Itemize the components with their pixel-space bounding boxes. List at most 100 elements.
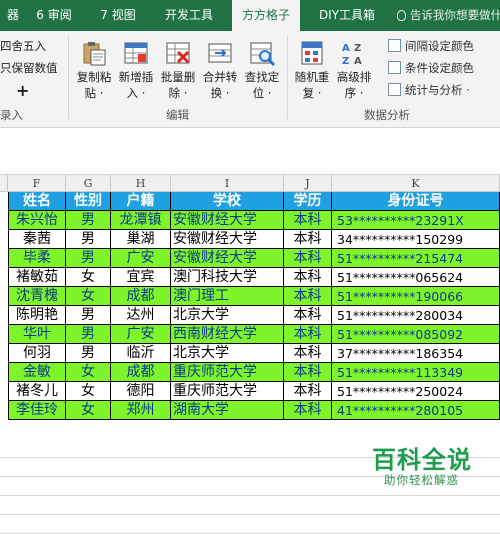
cell-id[interactable]: 41**********280105 — [332, 401, 500, 420]
header-origin[interactable]: 户籍 — [111, 192, 171, 211]
cell-name[interactable]: 秦茜 — [8, 230, 66, 249]
cell-origin[interactable]: 达州 — [111, 306, 171, 325]
keep-values-button[interactable]: 只保留数值 — [0, 60, 58, 76]
cell-education[interactable]: 本科 — [284, 211, 332, 230]
cell-education[interactable]: 本科 — [284, 344, 332, 363]
plus-button[interactable]: + — [16, 81, 29, 100]
cell-id[interactable]: 51**********113349 — [332, 363, 500, 382]
sort-az-icon: AZZA — [340, 39, 368, 67]
cell-school[interactable]: 安徽财经大学 — [171, 230, 284, 249]
tab-view[interactable]: 7 视图 — [84, 0, 152, 31]
header-education[interactable]: 学历 — [284, 192, 332, 211]
cell-name[interactable]: 李佳玲 — [8, 401, 66, 420]
cell-gender[interactable]: 女 — [66, 268, 111, 287]
cell-origin[interactable]: 巢湖 — [111, 230, 171, 249]
cell-gender[interactable]: 男 — [66, 230, 111, 249]
cell-id[interactable]: 34**********150299 — [332, 230, 500, 249]
column-header-j[interactable]: J — [284, 175, 332, 192]
tab-review[interactable]: 6 审阅 — [26, 0, 82, 31]
column-header-g[interactable]: G — [66, 175, 111, 192]
cell-school[interactable]: 安徽财经大学 — [171, 211, 284, 230]
header-name[interactable]: 姓名 — [8, 192, 66, 211]
cell-id[interactable]: 51**********215474 — [332, 249, 500, 268]
cell-id[interactable]: 51**********065624 — [332, 268, 500, 287]
tab-partial[interactable]: 器 — [0, 0, 26, 31]
batch-delete-label-2: 除 · — [168, 86, 188, 100]
cell-school[interactable]: 重庆师范大学 — [171, 382, 284, 401]
condition-color-button[interactable]: 条件设定颜色 — [388, 60, 474, 76]
column-header-k[interactable]: K — [332, 175, 500, 192]
cell-name[interactable]: 褚冬儿 — [8, 382, 66, 401]
cell-school[interactable]: 湖南大学 — [171, 401, 284, 420]
cell-gender[interactable]: 女 — [66, 363, 111, 382]
cell-gender[interactable]: 女 — [66, 287, 111, 306]
header-gender[interactable]: 性别 — [66, 192, 111, 211]
cell-school[interactable]: 澳门理工 — [171, 287, 284, 306]
cell-origin[interactable]: 德阳 — [111, 382, 171, 401]
cell-origin[interactable]: 广安 — [111, 325, 171, 344]
cell-school[interactable]: 西南财经大学 — [171, 325, 284, 344]
cell-gender[interactable]: 男 — [66, 306, 111, 325]
cell-school[interactable]: 安徽财经大学 — [171, 249, 284, 268]
column-header-i[interactable]: I — [171, 175, 284, 192]
cell-origin[interactable]: 成都 — [111, 363, 171, 382]
cell-gender[interactable]: 男 — [66, 249, 111, 268]
cell-education[interactable]: 本科 — [284, 382, 332, 401]
cell-name[interactable]: 陈明艳 — [8, 306, 66, 325]
cell-origin[interactable]: 成都 — [111, 287, 171, 306]
cell-id[interactable]: 51**********250024 — [332, 382, 500, 401]
cell-name[interactable]: 何羽 — [8, 344, 66, 363]
cell-id[interactable]: 53**********23291X — [332, 211, 500, 230]
cell-school[interactable]: 北京大学 — [171, 344, 284, 363]
cell-school[interactable]: 重庆师范大学 — [171, 363, 284, 382]
cell-name[interactable]: 朱兴怡 — [8, 211, 66, 230]
cell-education[interactable]: 本科 — [284, 325, 332, 344]
cell-gender[interactable]: 男 — [66, 211, 111, 230]
tab-developer[interactable]: 开发工具 — [152, 0, 226, 31]
column-header-h[interactable]: H — [111, 175, 171, 192]
cell-name[interactable]: 华叶 — [8, 325, 66, 344]
round-button[interactable]: 四舍五入 — [0, 38, 46, 54]
cell-gender[interactable]: 男 — [66, 344, 111, 363]
cell-gender[interactable]: 女 — [66, 401, 111, 420]
cell-origin[interactable]: 龙潭镇 — [111, 211, 171, 230]
cell-education[interactable]: 本科 — [284, 287, 332, 306]
cell-education[interactable]: 本科 — [284, 401, 332, 420]
copy-paste-button[interactable]: 复制粘 贴 · — [74, 39, 114, 101]
cell-education[interactable]: 本科 — [284, 230, 332, 249]
cell-name[interactable]: 沈青槐 — [8, 287, 66, 306]
merge-convert-button[interactable]: 合并转 换 · — [200, 39, 240, 101]
cell-origin[interactable]: 广安 — [111, 249, 171, 268]
cell-education[interactable]: 本科 — [284, 306, 332, 325]
column-header-f[interactable]: F — [8, 175, 66, 192]
batch-delete-button[interactable]: 批量删 除 · — [158, 39, 198, 101]
cell-school[interactable]: 澳门科技大学 — [171, 268, 284, 287]
tell-me-box[interactable]: 告诉我你想要做什么 — [397, 0, 500, 31]
cell-origin[interactable]: 宜宾 — [111, 268, 171, 287]
interval-color-button[interactable]: 间隔设定颜色 — [388, 38, 474, 54]
cell-origin[interactable]: 郑州 — [111, 401, 171, 420]
cell-name[interactable]: 褚敏茹 — [8, 268, 66, 287]
tab-fangfang[interactable]: 方方格子 — [232, 0, 300, 31]
cell-name[interactable]: 金敏 — [8, 363, 66, 382]
cell-gender[interactable]: 女 — [66, 382, 111, 401]
header-id[interactable]: 身份证号 — [332, 192, 500, 211]
header-school[interactable]: 学校 — [171, 192, 284, 211]
cell-id[interactable]: 51**********190066 — [332, 287, 500, 306]
cell-id[interactable]: 37**********186354 — [332, 344, 500, 363]
advanced-sort-button[interactable]: AZZA 高级排 序 · — [334, 39, 374, 101]
random-repeat-button[interactable]: 随机重 复 · — [292, 39, 332, 101]
cell-education[interactable]: 本科 — [284, 249, 332, 268]
cell-gender[interactable]: 男 — [66, 325, 111, 344]
tab-diy-toolbox[interactable]: DIY工具箱 — [304, 0, 390, 31]
find-locate-button[interactable]: 查找定 位 · — [242, 39, 282, 101]
cell-origin[interactable]: 临沂 — [111, 344, 171, 363]
cell-name[interactable]: 毕柔 — [8, 249, 66, 268]
cell-id[interactable]: 51**********085092 — [332, 325, 500, 344]
stats-analysis-button[interactable]: 统计与分析 · — [388, 82, 470, 98]
cell-education[interactable]: 本科 — [284, 363, 332, 382]
cell-school[interactable]: 北京大学 — [171, 306, 284, 325]
cell-education[interactable]: 本科 — [284, 268, 332, 287]
cell-id[interactable]: 51**********280034 — [332, 306, 500, 325]
insert-button[interactable]: 新增插 入 · — [116, 39, 156, 101]
